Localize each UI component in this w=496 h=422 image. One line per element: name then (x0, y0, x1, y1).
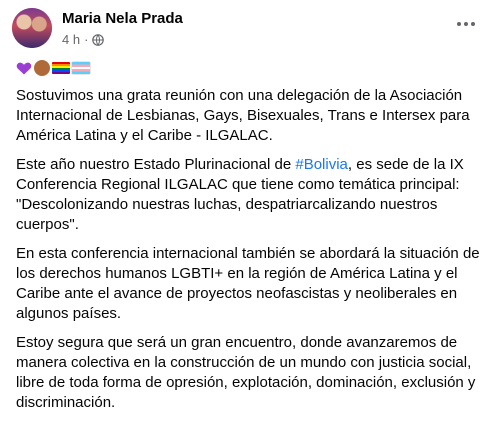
rainbow-flag-icon (52, 62, 70, 74)
post-header: Maria Nela Prada 4 h · (12, 8, 484, 52)
paragraph-3: En esta conferencia internacional tambié… (16, 245, 480, 322)
globe-icon (92, 33, 105, 46)
paragraph-4: Estoy segura que será un gran encuentro,… (16, 334, 476, 411)
more-options-button[interactable] (452, 14, 480, 34)
transgender-flag-icon (72, 62, 90, 74)
facebook-post: Maria Nela Prada 4 h · Sostuvimos una gr… (0, 0, 496, 415)
post-body: Sostuvimos una grata reunión con una del… (16, 86, 486, 422)
paragraph-1: Sostuvimos una grata reunión con una del… (16, 87, 470, 144)
paragraph-2-start: Este año nuestro Estado Plurinacional de (16, 156, 296, 173)
raised-fist-icon (34, 60, 50, 76)
author-avatar[interactable] (12, 8, 52, 48)
post-meta: 4 h · (62, 32, 105, 47)
more-dots-icon (457, 22, 475, 26)
paragraph-2: Este año nuestro Estado Plurinacional de… (16, 155, 486, 235)
author-name[interactable]: Maria Nela Prada (62, 10, 183, 27)
meta-separator: · (84, 32, 89, 47)
hashtag-bolivia-link[interactable]: #Bolivia (295, 156, 348, 173)
purple-heart-icon (16, 62, 32, 75)
post-time[interactable]: 4 h (62, 32, 80, 47)
emoji-line (16, 60, 90, 78)
